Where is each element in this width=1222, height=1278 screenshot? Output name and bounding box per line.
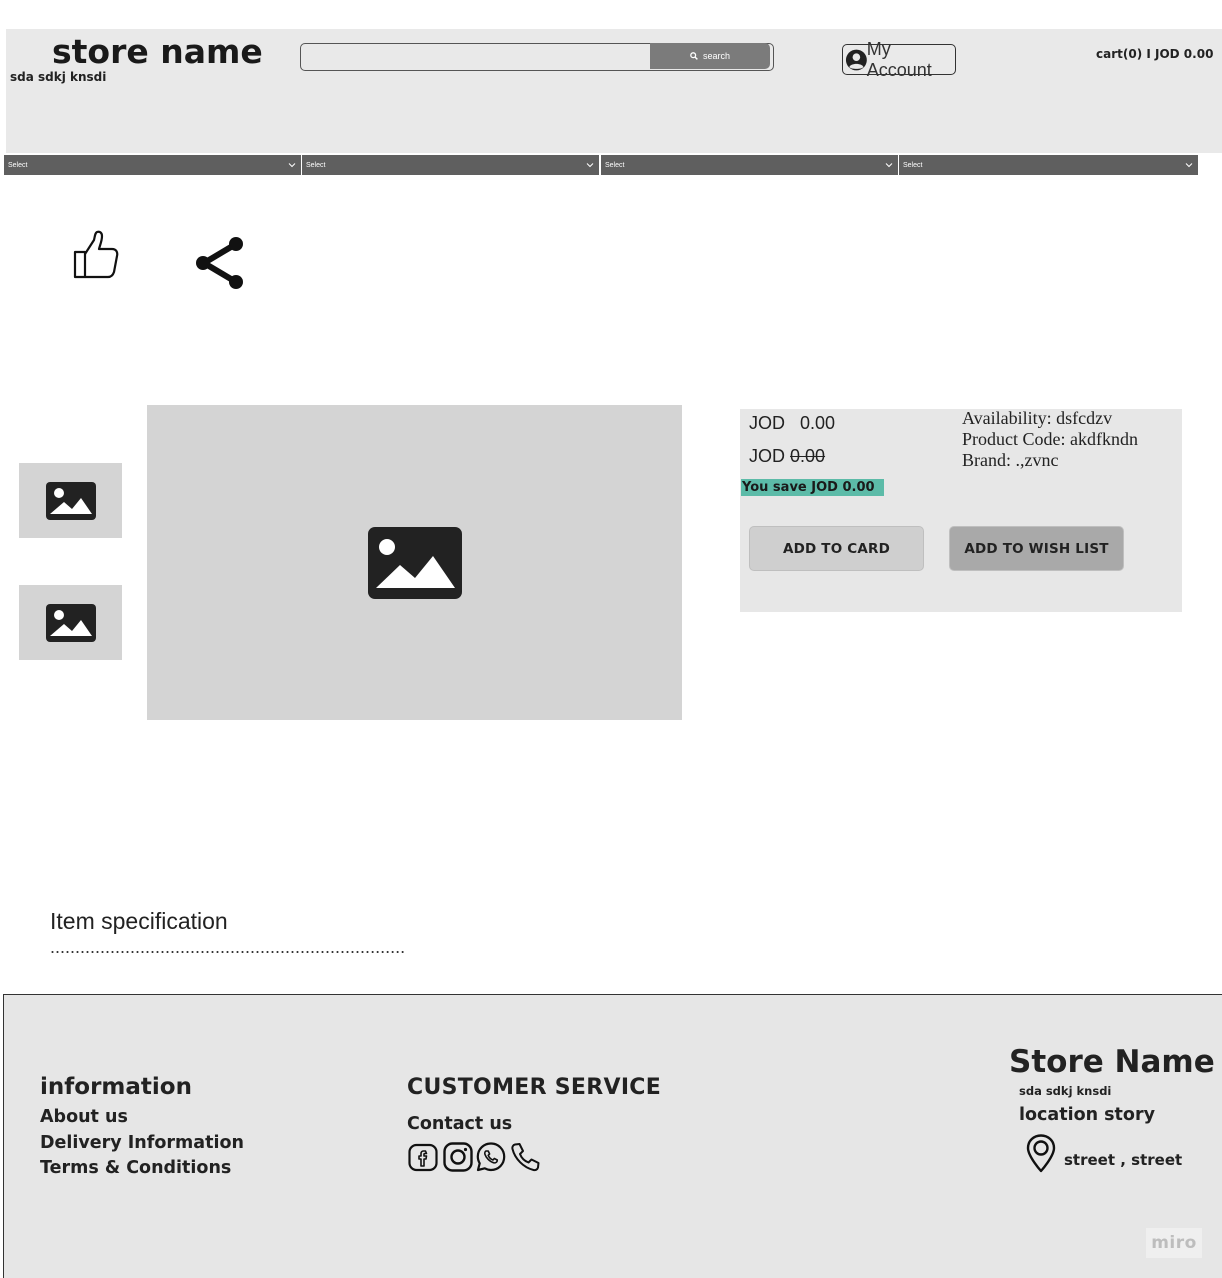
phone-icon[interactable]	[509, 1141, 541, 1173]
current-price: JOD 0.00	[749, 413, 835, 434]
thumbnail-image-1[interactable]	[19, 463, 122, 538]
item-specification-title: Item specification	[50, 908, 228, 934]
search-icon	[690, 52, 698, 60]
footer-store-name: Store Name	[1009, 1044, 1215, 1080]
my-account-button[interactable]: My Account	[842, 39, 956, 80]
nav-select-value: Select	[903, 161, 923, 169]
footer-address: street , street	[1064, 1151, 1183, 1169]
footer-location-title: location story	[1019, 1105, 1155, 1125]
add-to-card-button[interactable]: ADD TO CARD	[749, 526, 924, 571]
my-account-label: My Account	[866, 38, 932, 80]
footer-information-title: information	[40, 1074, 192, 1100]
search-button-label: search	[702, 51, 730, 61]
chevron-down-icon	[1185, 163, 1193, 168]
footer-link-about[interactable]: About us	[40, 1107, 128, 1127]
nav-select-value: Select	[8, 161, 28, 169]
miro-watermark: miro	[1146, 1228, 1202, 1258]
nav-select-2[interactable]: Select	[302, 155, 599, 175]
account-icon	[845, 49, 867, 70]
image-placeholder-icon	[367, 526, 462, 599]
footer-store-tagline: sda sdkj knsdi	[1019, 1084, 1112, 1098]
facebook-icon[interactable]	[407, 1141, 439, 1173]
instagram-icon[interactable]	[442, 1141, 474, 1173]
store-name[interactable]: store name	[52, 32, 263, 71]
image-placeholder-icon	[45, 603, 96, 642]
nav-select-value: Select	[306, 161, 326, 169]
location-pin-icon	[1026, 1134, 1056, 1173]
old-price-currency: JOD	[749, 446, 785, 466]
thumbs-up-icon[interactable]	[72, 230, 120, 280]
thumbnail-image-2[interactable]	[19, 585, 122, 660]
price-value: 0.00	[800, 413, 836, 433]
footer-link-terms[interactable]: Terms & Conditions	[40, 1158, 231, 1178]
cart-summary[interactable]: cart(0) I JOD 0.00	[1096, 47, 1213, 61]
availability-text: Availability: dsfcdzv	[962, 408, 1113, 428]
image-placeholder-icon	[45, 481, 96, 520]
share-icon[interactable]	[192, 236, 248, 290]
item-specification-content: ........................................…	[50, 937, 406, 957]
main-product-image[interactable]	[147, 405, 682, 720]
nav-select-1[interactable]: Select	[4, 155, 301, 175]
nav-select-value: Select	[605, 161, 625, 169]
nav-select-3[interactable]: Select	[601, 155, 898, 175]
product-code-text: Product Code: akdfkndn	[962, 429, 1138, 449]
footer-contact-us[interactable]: Contact us	[407, 1114, 512, 1134]
search-button[interactable]: search	[650, 43, 770, 69]
chevron-down-icon	[885, 163, 893, 168]
chevron-down-icon	[586, 163, 594, 168]
chevron-down-icon	[288, 163, 296, 168]
old-price: JOD 0.00	[749, 446, 825, 467]
whatsapp-icon[interactable]	[475, 1141, 507, 1173]
nav-select-4[interactable]: Select	[899, 155, 1198, 175]
old-price-value: 0.00	[790, 446, 826, 466]
store-tagline: sda sdkj knsdi	[10, 70, 107, 84]
footer-customer-service-title: CUSTOMER SERVICE	[407, 1075, 662, 1100]
savings-badge: You save JOD 0.00	[741, 479, 884, 496]
brand-text: Brand: .,zvnc	[962, 450, 1059, 470]
footer-link-delivery[interactable]: Delivery Information	[40, 1133, 244, 1153]
price-currency: JOD	[749, 413, 785, 433]
add-to-wishlist-button[interactable]: ADD TO WISH LIST	[949, 526, 1124, 571]
